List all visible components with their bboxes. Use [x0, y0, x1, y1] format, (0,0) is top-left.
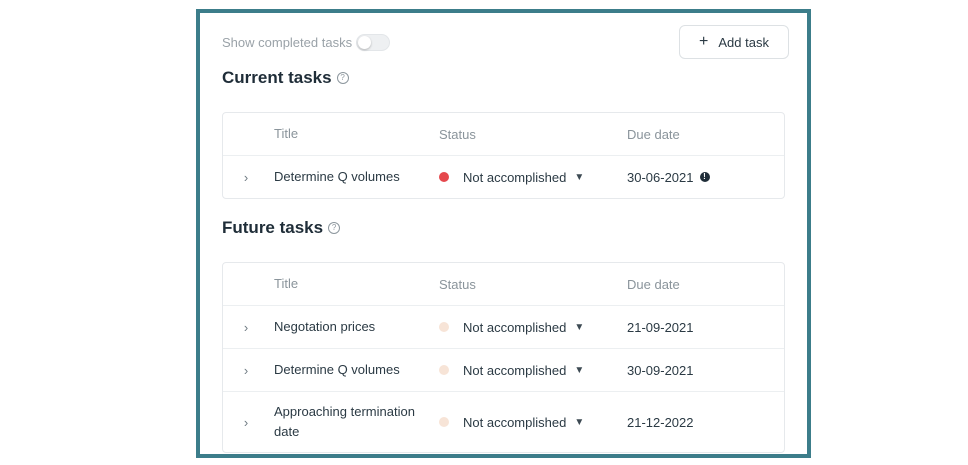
status-dropdown[interactable]: Not accomplished ▼ — [439, 392, 609, 452]
table-row[interactable]: › Determine Q volumes Not accomplished ▼… — [223, 155, 784, 198]
current-tasks-table: Title Status Due date › Determine Q volu… — [222, 112, 785, 199]
exclamation-circle-icon: ! — [699, 172, 710, 182]
current-tasks-title: Current tasks — [222, 68, 332, 87]
task-title: Determine Q volumes — [274, 169, 400, 184]
switch-knob — [358, 35, 372, 49]
status-dot-upcoming — [439, 322, 449, 332]
table-header-row: Title Status Due date — [223, 263, 784, 305]
column-header-status: Status — [439, 276, 476, 292]
due-date-value: 21-12-2022 — [627, 414, 694, 430]
show-completed-label: Show completed tasks — [222, 34, 353, 50]
add-task-label: Add task — [718, 34, 769, 50]
current-tasks-heading: Current tasks ? — [222, 68, 349, 88]
column-header-status: Status — [439, 126, 476, 142]
status-dropdown[interactable]: Not accomplished ▼ — [439, 306, 609, 348]
chevron-down-icon: ▼ — [574, 416, 585, 428]
status-dot-upcoming — [439, 417, 449, 427]
task-title: Determine Q volumes — [274, 362, 400, 377]
status-label: Not accomplished — [463, 319, 567, 335]
chevron-down-icon: ▼ — [574, 364, 585, 376]
future-tasks-title: Future tasks — [222, 218, 324, 237]
table-row[interactable]: › Negotation prices Not accomplished ▼ 2… — [223, 305, 784, 348]
plus-icon: + — [699, 33, 709, 50]
status-dropdown[interactable]: Not accomplished ▼ — [439, 349, 609, 391]
tasks-panel: Show completed tasks + Add task Current … — [196, 9, 811, 458]
column-header-due-date: Due date — [627, 126, 680, 142]
future-tasks-table: Title Status Due date › Negotation price… — [222, 262, 785, 453]
chevron-right-icon[interactable]: › — [241, 306, 251, 348]
chevron-right-icon[interactable]: › — [241, 349, 251, 391]
due-date-value: 30-06-2021 — [627, 169, 694, 185]
due-date-value: 30-09-2021 — [627, 362, 694, 378]
show-completed-toggle-row: Show completed tasks — [222, 31, 391, 53]
due-date-value: 21-09-2021 — [627, 319, 694, 335]
table-row[interactable]: › Approaching termination date Not accom… — [223, 391, 784, 452]
due-date: 30-06-2021 ! — [627, 156, 777, 198]
column-header-due-date: Due date — [627, 276, 680, 292]
future-tasks-heading: Future tasks ? — [222, 218, 341, 238]
column-header-title: Title — [274, 126, 299, 141]
status-dropdown[interactable]: Not accomplished ▼ — [439, 156, 609, 198]
status-label: Not accomplished — [463, 169, 567, 185]
task-title: Negotation prices — [274, 319, 376, 334]
status-dot-overdue — [439, 172, 449, 182]
status-label: Not accomplished — [463, 414, 567, 430]
table-row[interactable]: › Determine Q volumes Not accomplished ▼… — [223, 348, 784, 391]
status-dot-upcoming — [439, 365, 449, 375]
chevron-right-icon[interactable]: › — [241, 156, 251, 198]
status-label: Not accomplished — [463, 362, 567, 378]
chevron-down-icon: ▼ — [574, 321, 585, 333]
question-circle-icon[interactable]: ? — [328, 222, 341, 234]
question-circle-icon[interactable]: ? — [336, 72, 349, 84]
chevron-down-icon: ▼ — [574, 171, 585, 183]
task-title: Approaching termination date — [274, 404, 415, 439]
chevron-right-icon[interactable]: › — [241, 392, 251, 452]
table-header-row: Title Status Due date — [223, 113, 784, 155]
column-header-title: Title — [274, 276, 299, 291]
add-task-button[interactable]: + Add task — [679, 25, 789, 59]
show-completed-switch[interactable] — [356, 33, 391, 51]
